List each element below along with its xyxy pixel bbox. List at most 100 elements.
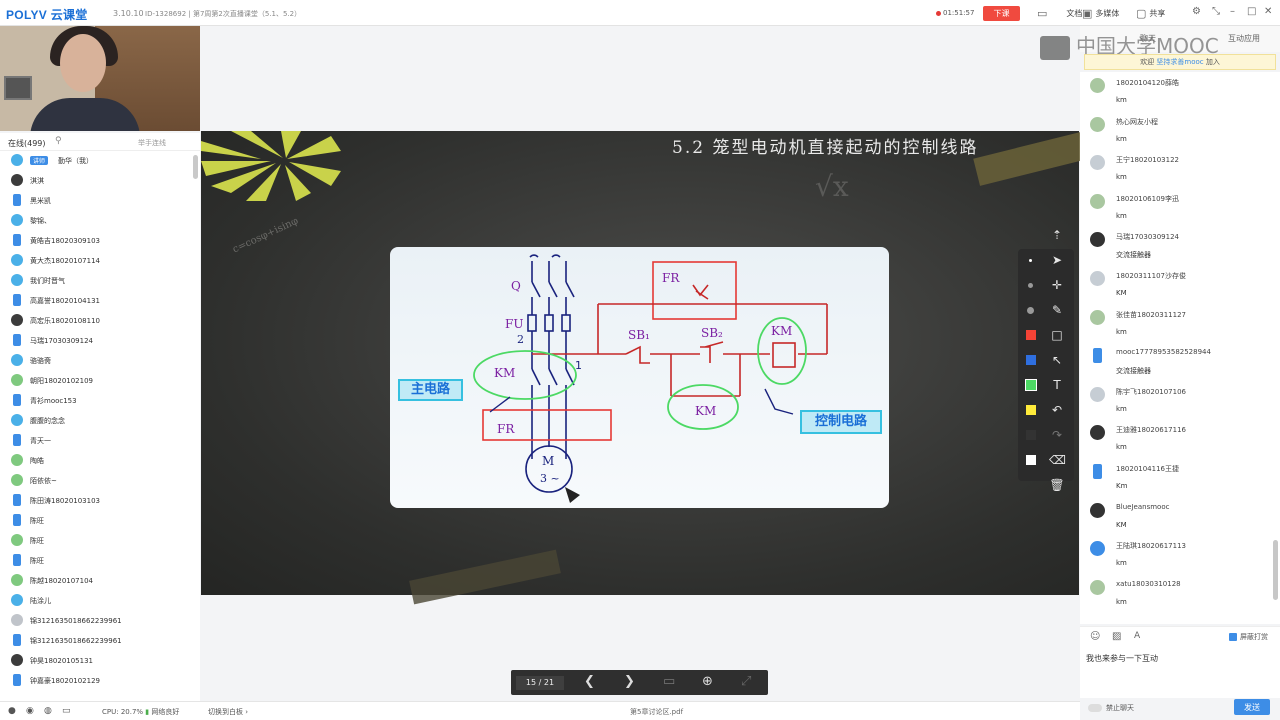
user-list-item[interactable]: 青衫mooc153 — [0, 391, 196, 411]
media-button[interactable]: ▣ 多媒体 — [1082, 7, 1119, 20]
user-list-item[interactable]: 黄皓吉18020309103 — [0, 231, 196, 251]
user-list-item[interactable]: 陈越18020107104 — [0, 571, 196, 591]
user-list-item[interactable]: 黄大杰18020107114 — [0, 251, 196, 271]
collapse-icon[interactable]: ⤡ — [1212, 6, 1220, 17]
user-list-item[interactable]: 高嘉誉18020104131 — [0, 291, 196, 311]
page-number[interactable]: 15 / 21 — [516, 676, 564, 690]
user-list-item[interactable]: 陈田涛18020103103 — [0, 491, 196, 511]
slide-title: 5.2 笼型电动机直接起动的控制线路 — [672, 138, 979, 158]
user-list-item[interactable]: 钟嘉豪18020102129 — [0, 671, 196, 691]
emoji-icon[interactable]: ☺ — [1090, 631, 1100, 642]
user-list-item[interactable]: 朝阳18020102109 — [0, 371, 196, 391]
color-green[interactable] — [1025, 379, 1037, 391]
user-list-item[interactable]: 陈旺 — [0, 511, 196, 531]
chat-input[interactable] — [1086, 650, 1274, 666]
chat-sender: 热心网友小程 — [1116, 117, 1158, 126]
rectangle-icon[interactable]: □ — [1049, 327, 1065, 343]
pen-size-small[interactable] — [1029, 259, 1032, 262]
mic-icon[interactable]: ● — [8, 706, 16, 716]
screen-icon[interactable]: ▭ — [62, 706, 71, 716]
user-list-item[interactable]: 马瑞17030309124 — [0, 331, 196, 351]
send-button[interactable]: 发送 — [1234, 699, 1270, 715]
user-list-item[interactable]: 高宏乐18020108110 — [0, 311, 196, 331]
end-class-button[interactable]: 下课 — [983, 6, 1020, 21]
search-icon[interactable]: ⚲ — [55, 136, 62, 146]
chalk-sqrt: √x — [815, 170, 849, 203]
speaker-icon[interactable]: ◉ — [26, 706, 34, 716]
user-name: 淇淇 — [30, 177, 44, 185]
fullscreen-icon[interactable]: ⤢ — [741, 674, 751, 689]
arrow-icon[interactable]: ↖ — [1049, 352, 1065, 368]
avatar — [1090, 78, 1105, 93]
maximize-icon[interactable]: □ — [1247, 6, 1256, 17]
user-list-item[interactable]: 青天一 — [0, 431, 196, 451]
user-name: 骆骆斋 — [30, 357, 51, 365]
avatar — [1090, 579, 1105, 595]
main-circuit-label: 主电路 — [398, 379, 463, 401]
color-black[interactable] — [1026, 430, 1036, 440]
avatar — [11, 254, 23, 266]
avatar — [13, 674, 21, 686]
avatar — [13, 294, 21, 306]
zoom-in-icon[interactable]: ⊕ — [702, 674, 713, 689]
color-red[interactable] — [1026, 330, 1036, 340]
eraser-icon[interactable]: ⌫ — [1049, 452, 1066, 468]
session-title: ID-1328692 | 第7周第2次直播课堂（5.1、5.2） — [145, 10, 302, 18]
docs-button[interactable]: ▭ 文档 — [1037, 7, 1082, 20]
chat-scrollbar[interactable] — [1273, 540, 1278, 600]
chat-message: 王宁18020103122 km — [1080, 149, 1276, 187]
user-list-item[interactable]: 黑米凯 — [0, 191, 196, 211]
user-list-scrollbar[interactable] — [193, 155, 198, 179]
user-list-item[interactable]: 陌依依~ — [0, 471, 196, 491]
color-yellow[interactable] — [1026, 405, 1036, 415]
user-name: 高嘉誉18020104131 — [30, 297, 100, 305]
font-icon[interactable]: A — [1134, 631, 1140, 641]
text-icon[interactable]: T — [1049, 377, 1065, 393]
user-list-item[interactable]: 陈旺 — [0, 551, 196, 571]
pointer-icon[interactable]: ➤ — [1049, 252, 1065, 268]
user-name: 朝阳18020102109 — [30, 377, 93, 385]
user-list-item[interactable]: 腹腹的念念 — [0, 411, 196, 431]
mute-chat-toggle[interactable]: 禁止聊天 — [1088, 703, 1134, 713]
trash-icon[interactable]: 🗑 — [1049, 477, 1065, 493]
undo-icon[interactable]: ↶ — [1049, 402, 1065, 418]
toolbar-collapse-icon[interactable]: ⇡ — [1049, 227, 1065, 243]
fit-icon[interactable]: ▭ — [663, 674, 675, 689]
tab-interactive-apps[interactable]: 互动应用 — [1228, 33, 1260, 44]
user-list-item[interactable]: 陶皓 — [0, 451, 196, 471]
pen-size-large[interactable] — [1027, 307, 1034, 314]
user-list-item[interactable]: 我们时晋气 — [0, 271, 196, 291]
pen-size-medium[interactable] — [1028, 283, 1033, 288]
user-list-item[interactable]: 讲师 勤华（我） — [0, 151, 196, 171]
laser-icon[interactable]: ✛ — [1049, 277, 1065, 293]
user-list-item[interactable]: 骆骆斋 — [0, 351, 196, 371]
user-list-item[interactable]: 陆涂儿 — [0, 591, 196, 611]
share-button[interactable]: ▢ 共享 — [1136, 7, 1165, 20]
chat-message: 18020106109李迅 km — [1080, 188, 1276, 226]
user-name: 我们时晋气 — [30, 277, 65, 285]
image-icon[interactable]: ▨ — [1112, 631, 1121, 642]
camera-icon[interactable]: ◍ — [44, 706, 52, 716]
user-list-item[interactable]: 淇淇 — [0, 171, 196, 191]
close-icon[interactable]: ✕ — [1264, 6, 1272, 17]
chat-text: km — [1116, 96, 1127, 104]
next-page-icon[interactable]: ❯ — [624, 674, 635, 689]
user-list-item[interactable]: 陈旺 — [0, 531, 196, 551]
prev-page-icon[interactable]: ❮ — [584, 674, 595, 689]
user-list-item[interactable]: 黎锦、 — [0, 211, 196, 231]
chat-text: km — [1116, 559, 1127, 568]
block-reward-toggle[interactable]: 屏蔽打赏 — [1229, 632, 1268, 642]
user-list-item[interactable]: 钟昊18020105131 — [0, 651, 196, 671]
avatar — [13, 194, 21, 206]
raise-hand-filter[interactable]: 举手连线 — [138, 138, 166, 148]
minimize-icon[interactable]: – — [1230, 6, 1235, 17]
color-white[interactable] — [1026, 455, 1036, 465]
color-blue[interactable] — [1026, 355, 1036, 365]
chat-message: 张佳苗18020311127 km — [1080, 304, 1276, 342]
pen-icon[interactable]: ✎ — [1049, 302, 1065, 318]
user-list-item[interactable]: 锦3121635018662239961 — [0, 631, 196, 651]
settings-icon[interactable]: ⚙ — [1192, 6, 1201, 17]
user-list-item[interactable]: 锦3121635018662239961 — [0, 611, 196, 631]
switch-to-whiteboard[interactable]: 切换到白板 › — [208, 707, 248, 717]
redo-icon[interactable]: ↷ — [1049, 427, 1065, 443]
